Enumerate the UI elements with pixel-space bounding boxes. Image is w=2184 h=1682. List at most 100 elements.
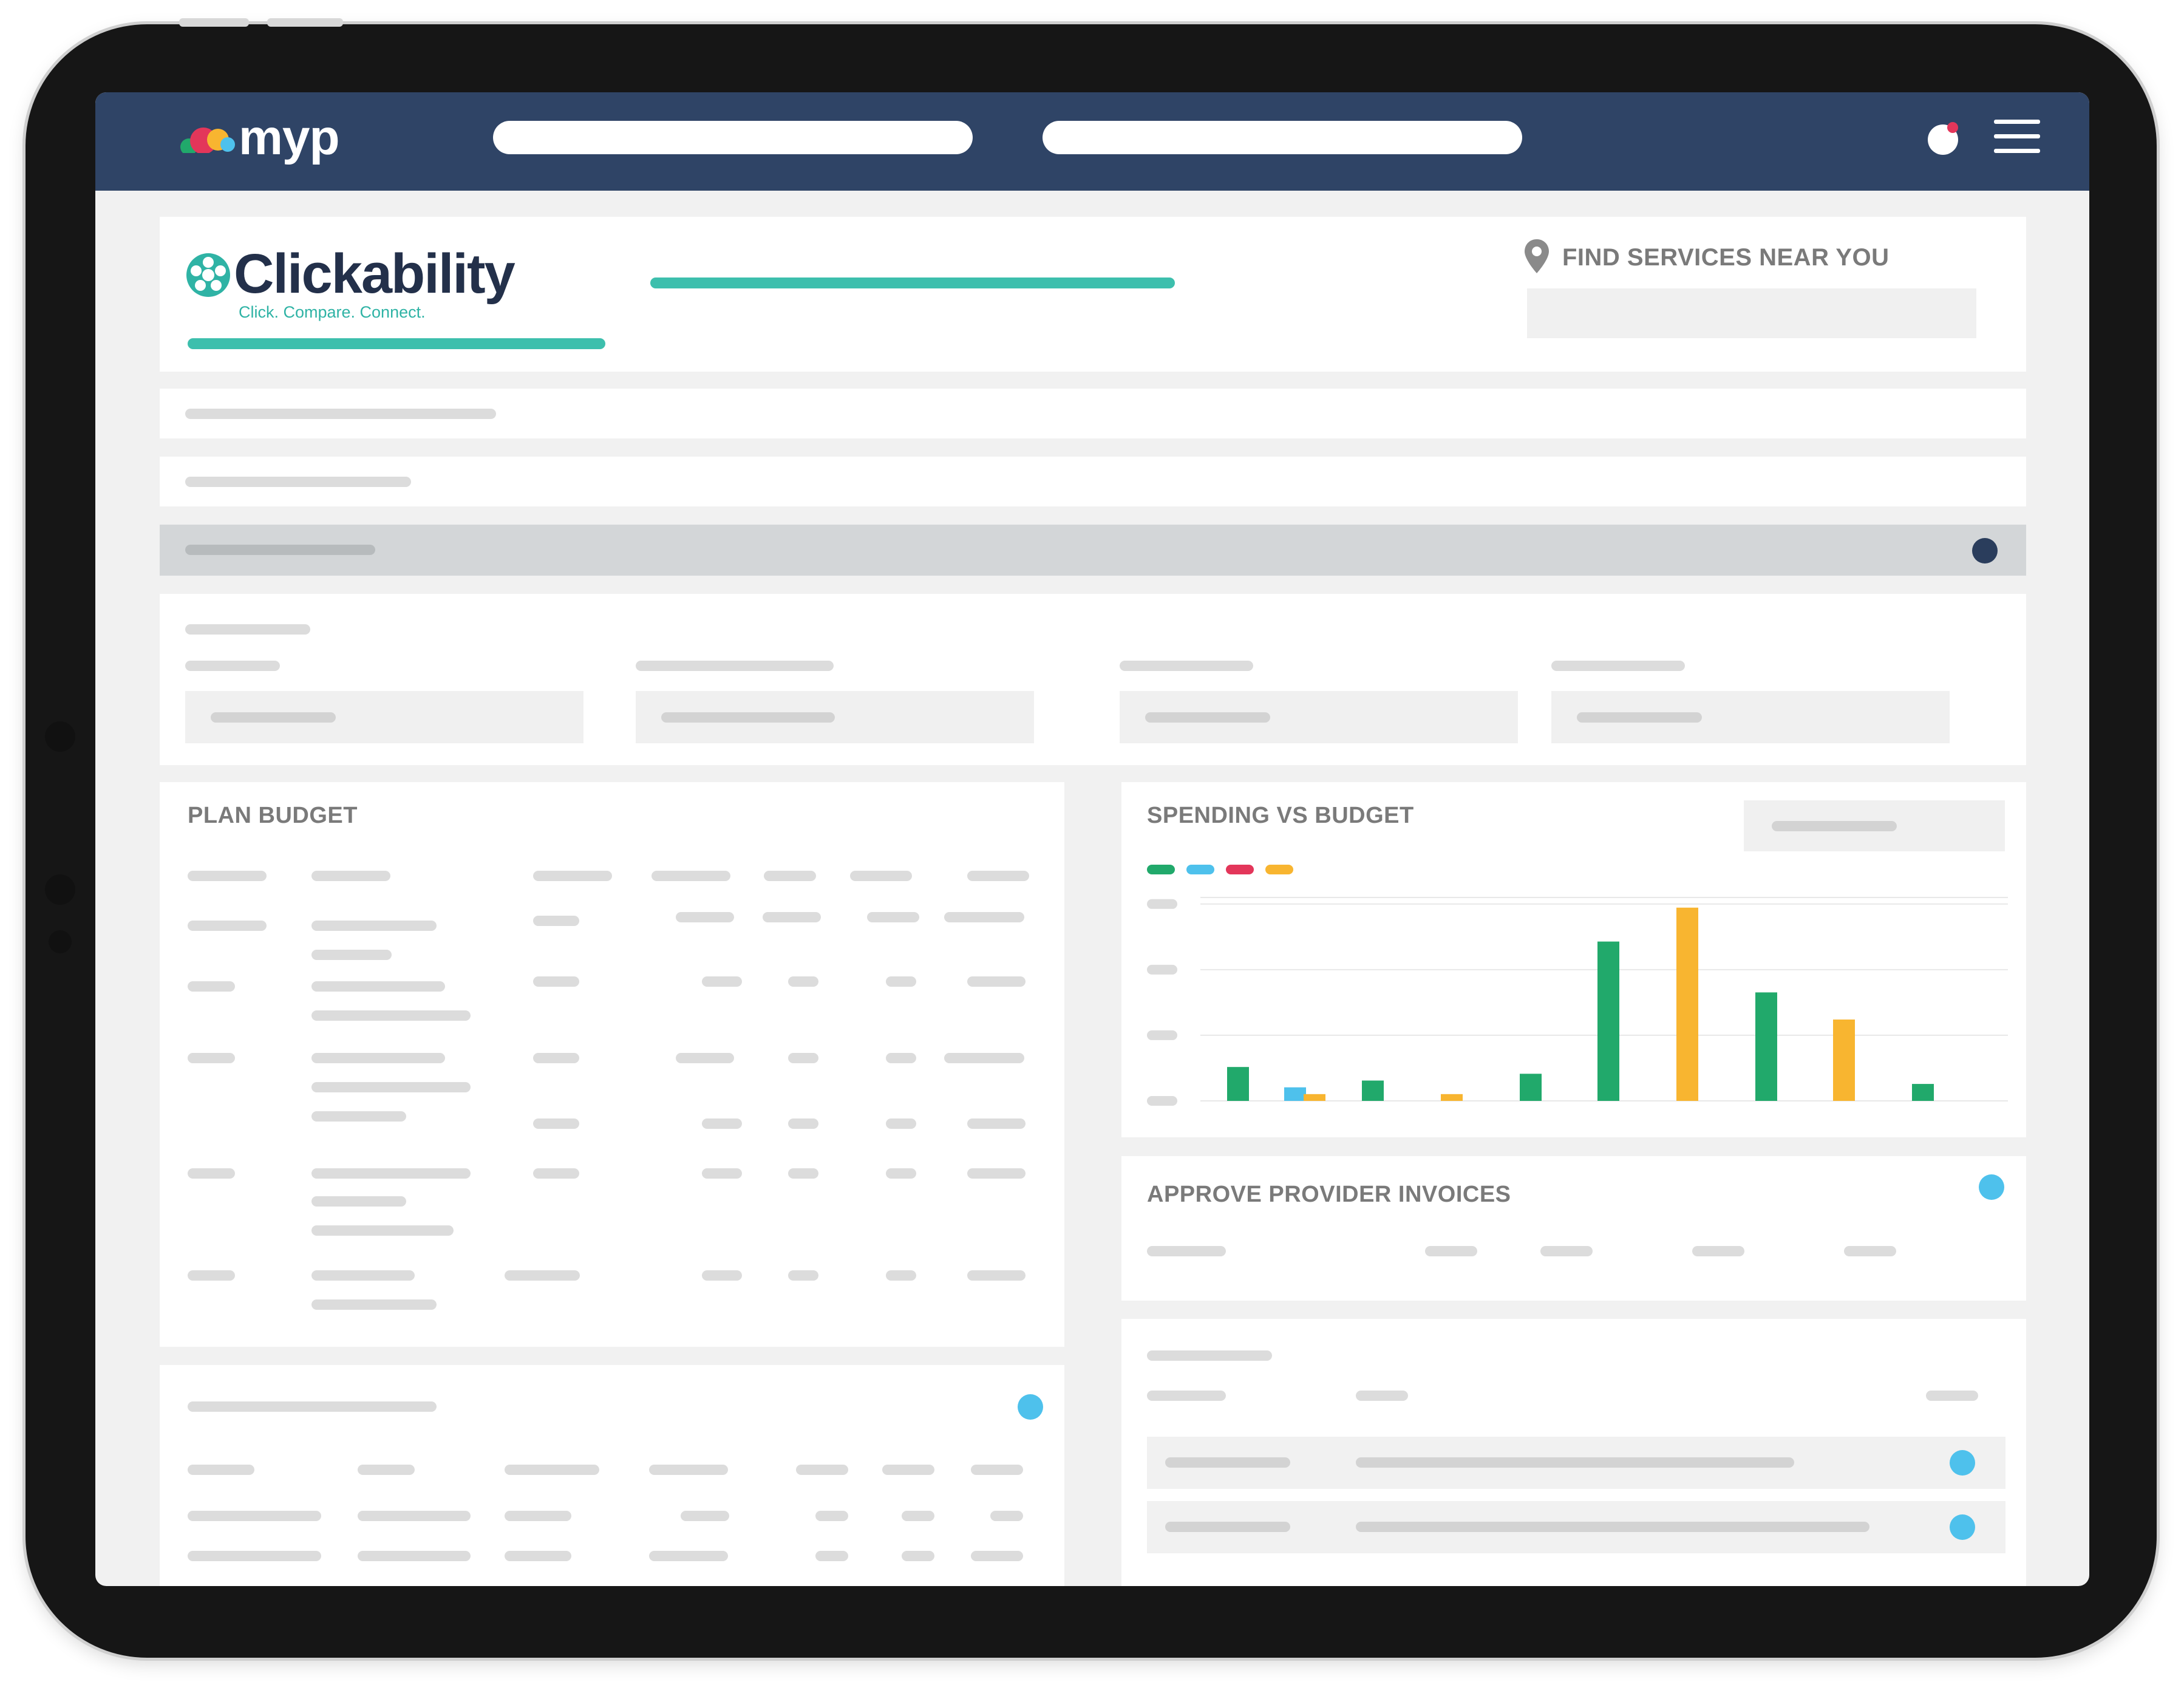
cell [867,912,919,922]
chart-bar[interactable] [1520,1074,1542,1101]
chart-bar[interactable] [1912,1084,1934,1101]
form-field-2[interactable] [636,691,1034,743]
cell [311,1225,454,1236]
legend-item-red [1226,865,1254,874]
field-label-2 [636,661,834,671]
cell [188,1270,235,1281]
y-tick-label [1147,899,1177,909]
selected-row[interactable] [160,525,2026,576]
spending-vs-budget-card: SPENDING VS BUDGET [1121,782,2026,1137]
list-item[interactable] [1147,1437,2005,1489]
nav-search-bar-2[interactable] [1043,121,1522,154]
profile-button[interactable] [1928,120,1964,156]
form-field-4[interactable] [1551,691,1950,743]
table-row[interactable] [160,1053,1064,1144]
myp-logo-mark-icon [180,128,239,160]
chart-bar[interactable] [1441,1094,1463,1101]
cell [311,921,437,931]
status-dot[interactable] [1950,1450,1975,1476]
column-header [533,871,612,881]
field-label-4 [1551,661,1685,671]
column-header [1926,1391,1978,1401]
legend-item-blue [1186,865,1214,874]
cell [1356,1522,1869,1532]
table-row[interactable] [160,1168,1064,1241]
period-dropdown[interactable] [1744,800,2005,851]
cell [311,1270,415,1281]
cell [311,1082,471,1092]
chart-bar[interactable] [1362,1080,1384,1101]
menu-line-top [1994,120,2040,124]
cell [886,1270,916,1281]
column-header [358,1465,415,1475]
table-row[interactable] [160,1545,1064,1569]
cell [902,1551,934,1561]
status-dot[interactable] [1950,1514,1975,1540]
form-field-1[interactable] [185,691,583,743]
chart-bar[interactable] [1833,1020,1855,1101]
approve-invoices-card: APPROVE PROVIDER INVOICES [1121,1156,2026,1301]
list-item[interactable] [1147,1501,2005,1553]
y-tick-label [1147,1030,1177,1040]
cell [967,976,1026,987]
column-header [882,1465,934,1475]
cell [944,1053,1024,1063]
status-dot[interactable] [1018,1394,1043,1420]
spending-vs-budget-title: SPENDING VS BUDGET [1147,803,1414,828]
brand-underline [188,338,605,349]
cell [944,912,1024,922]
cell [702,1168,742,1179]
bottom-left-card [160,1365,1064,1586]
chart-bar[interactable] [1597,941,1619,1101]
hamburger-menu-icon[interactable] [1994,120,2040,154]
column-header [188,871,267,881]
chart-bar[interactable] [1227,1067,1249,1101]
cell [902,1511,934,1521]
cell [967,1118,1026,1129]
invoice-row[interactable] [1121,1240,2026,1264]
table-row[interactable] [160,1270,1064,1319]
chart-bar[interactable] [1304,1094,1325,1101]
table-row[interactable] [160,1505,1064,1529]
form-title [185,624,310,635]
legend-item-orange [1265,865,1293,874]
column-header [311,871,390,881]
cell [505,1551,571,1561]
chart-bar[interactable] [1284,1087,1306,1101]
nav-search-bar-1[interactable] [493,121,973,154]
cell [649,1551,728,1561]
legend-item-green [1147,865,1175,874]
column-header [1356,1391,1408,1401]
sensor-dot-1 [45,874,75,905]
dropdown-value [1772,821,1897,831]
chart-bar[interactable] [1755,992,1777,1101]
cell [763,912,821,922]
form-field-3[interactable] [1120,691,1518,743]
chart-bar[interactable] [1676,907,1698,1101]
top-button-2 [267,18,343,27]
location-search-input[interactable] [1527,288,1976,338]
card-title [188,1401,437,1412]
sensor-dot-2 [49,930,72,953]
column-header [1147,1391,1226,1401]
cell [788,1118,818,1129]
y-tick-label [1147,964,1177,975]
info-row-1 [160,389,2026,438]
spending-bar-chart [1147,897,2008,1106]
clickability-logo[interactable]: Clickability Click. Compare. Connect. [185,243,525,327]
map-pin-icon [1525,239,1549,273]
card-title [1147,1350,1272,1361]
cell [1844,1246,1896,1256]
cell [967,1168,1026,1179]
column-header [188,1465,254,1475]
cell [311,1196,406,1207]
myp-logo[interactable]: myp [180,110,375,171]
status-dot[interactable] [1979,1174,2004,1200]
table-row[interactable] [160,910,1064,964]
find-services-label: FIND SERVICES NEAR YOU [1562,244,1890,271]
cell [311,1010,471,1021]
cell [311,1053,445,1063]
table-row[interactable] [160,976,1064,1036]
field-value [661,712,835,723]
cell [886,1118,916,1129]
